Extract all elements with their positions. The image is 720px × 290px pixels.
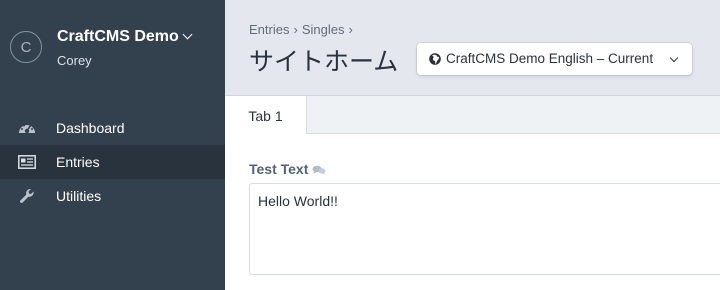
field-label-text: Test Text [249, 161, 309, 177]
test-text-value: Hello World!! [258, 193, 338, 209]
entries-newspaper-icon [18, 154, 36, 170]
nav-label-utilities: Utilities [56, 188, 102, 204]
tab-1[interactable]: Tab 1 [225, 96, 307, 135]
page-title: サイトホーム [249, 48, 399, 76]
nav-item-entries[interactable]: Entries [0, 145, 225, 179]
breadcrumb-separator: › [293, 22, 298, 37]
main-nav: Dashboard Entries Utilities [0, 111, 225, 213]
breadcrumb-entries[interactable]: Entries [249, 22, 289, 37]
dashboard-gauge-icon [18, 120, 36, 136]
sidebar: C CraftCMS Demo Corey Dashboard Entries … [0, 0, 225, 290]
site-header[interactable]: C CraftCMS Demo Corey [0, 0, 225, 95]
tabs-bar: Tab 1 [225, 96, 720, 135]
user-name[interactable]: Corey [57, 53, 92, 68]
breadcrumb-singles[interactable]: Singles [302, 22, 345, 37]
chevron-down-icon [182, 29, 193, 40]
site-switcher-button[interactable]: CraftCMS Demo English – Current [417, 43, 692, 75]
content-pane: Test Text Hello World!! [225, 134, 720, 290]
chevron-down-icon [669, 53, 679, 63]
site-switcher-label: CraftCMS Demo English – Current [446, 51, 654, 66]
breadcrumb-separator: › [348, 22, 353, 37]
test-text-field[interactable]: Hello World!! [249, 183, 720, 275]
site-name-label: CraftCMS Demo [57, 28, 179, 45]
site-logo[interactable]: C [10, 31, 42, 63]
site-name-menu[interactable]: CraftCMS Demo [57, 28, 193, 46]
globe-icon [429, 53, 441, 65]
breadcrumb: Entries › Singles › [249, 22, 357, 37]
main-area: Entries › Singles › サイトホーム CraftCMS Demo En… [225, 0, 720, 290]
nav-item-dashboard[interactable]: Dashboard [0, 111, 225, 145]
nav-item-utilities[interactable]: Utilities [0, 179, 225, 213]
translate-speech-bubbles-icon [312, 165, 326, 175]
field-label-test-text: Test Text [249, 161, 326, 177]
nav-label-dashboard: Dashboard [56, 120, 125, 136]
nav-label-entries: Entries [56, 154, 100, 170]
wrench-icon [18, 188, 36, 204]
page-header: Entries › Singles › サイトホーム CraftCMS Demo En… [225, 0, 720, 96]
